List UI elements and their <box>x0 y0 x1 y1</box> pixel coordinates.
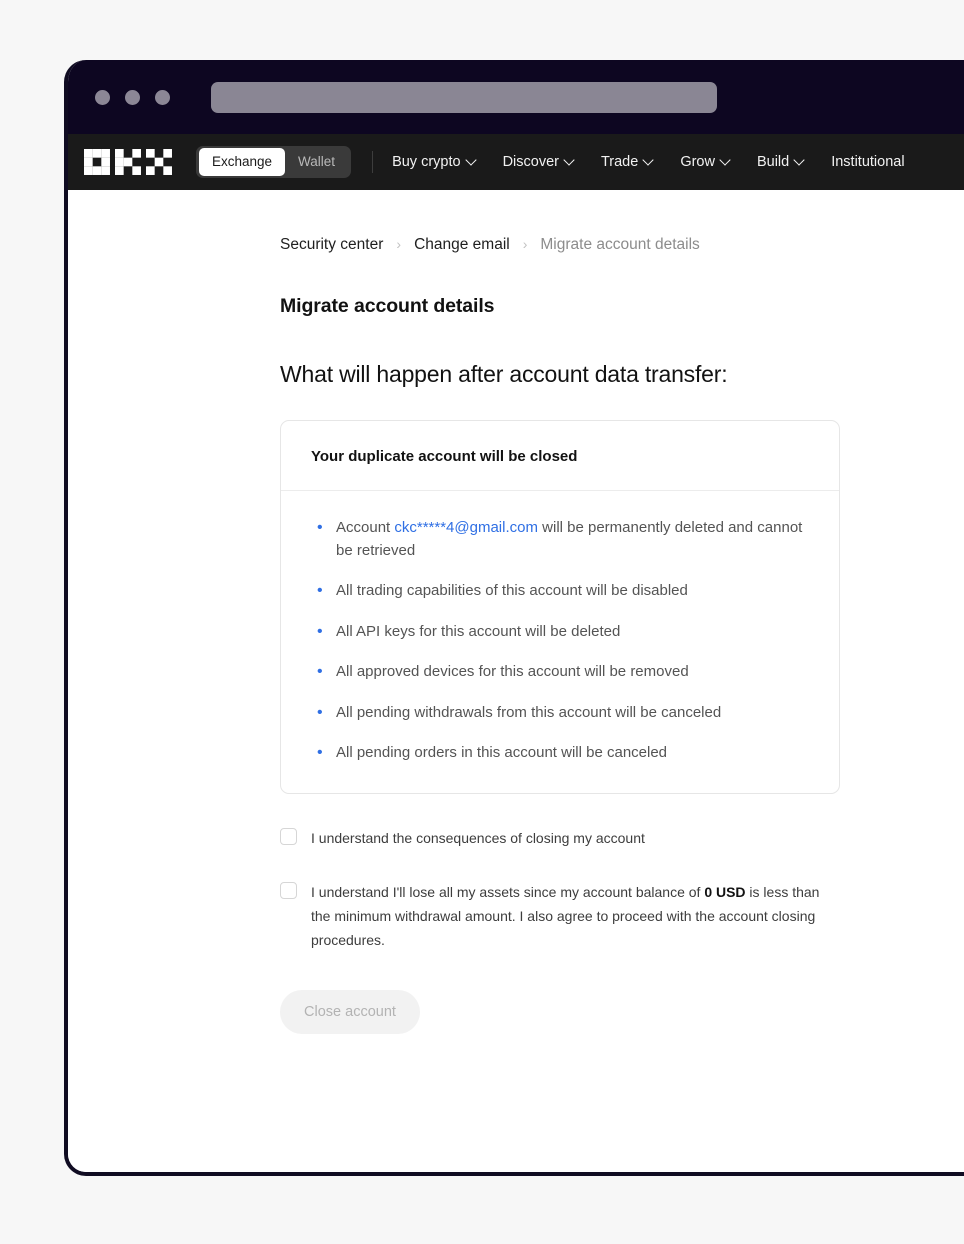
navbar-links: Buy crypto Discover Trade Grow Build Ins… <box>392 154 905 170</box>
consequence-list: Account ckc*****4@gmail.com will be perm… <box>311 516 809 765</box>
page-title: Migrate account details <box>280 295 495 317</box>
nav-item-label: Build <box>756 154 790 170</box>
consent-row-consequences: I understand the consequences of closing… <box>280 826 840 850</box>
nav-item-buy-crypto[interactable]: Buy crypto <box>392 154 477 170</box>
breadcrumb-separator-icon: › <box>522 236 528 252</box>
nav-item-build[interactable]: Build <box>756 154 805 170</box>
list-item: All approved devices for this account wi… <box>311 660 809 683</box>
navbar-divider <box>372 151 374 173</box>
chevron-down-icon <box>464 154 477 166</box>
consent-label-assets[interactable]: I understand I'll lose all my assets sin… <box>311 880 840 952</box>
close-dot-icon[interactable] <box>95 89 110 105</box>
list-item: All API keys for this account will be de… <box>311 620 809 643</box>
nav-item-label: Discover <box>502 154 559 170</box>
consent-label-consequences[interactable]: I understand the consequences of closing… <box>311 826 645 850</box>
account-email-link[interactable]: ckc*****4@gmail.com <box>394 519 538 536</box>
product-switch-exchange[interactable]: Exchange <box>199 148 286 176</box>
chevron-down-icon <box>719 154 731 166</box>
consequences-card: Your duplicate account will be closed Ac… <box>280 420 840 794</box>
nav-item-institutional[interactable]: Institutional <box>831 154 904 170</box>
nav-item-discover[interactable]: Discover <box>502 154 575 170</box>
list-item: Account ckc*****4@gmail.com will be perm… <box>311 516 809 562</box>
card-header-title: Your duplicate account will be closed <box>281 421 839 491</box>
nav-item-label: Trade <box>600 154 639 170</box>
site-navbar: Exchange Wallet Buy crypto Discover Trad… <box>68 134 964 190</box>
list-item: All pending withdrawals from this accoun… <box>311 701 809 724</box>
nav-item-trade[interactable]: Trade <box>600 154 654 170</box>
nav-item-label: Grow <box>680 154 715 170</box>
okx-logo-icon[interactable] <box>84 149 176 175</box>
nav-item-label: Institutional <box>831 154 905 170</box>
section-heading: What will happen after account data tran… <box>280 361 728 387</box>
consent-text-part1: I understand I'll lose all my assets sin… <box>311 883 705 900</box>
chevron-down-icon <box>793 154 805 166</box>
nav-item-grow[interactable]: Grow <box>680 154 731 170</box>
product-switch: Exchange Wallet <box>196 146 352 178</box>
window-controls <box>95 89 170 105</box>
close-account-button[interactable]: Close account <box>280 989 420 1034</box>
maximize-dot-icon[interactable] <box>155 89 170 105</box>
account-balance-amount: 0 USD <box>704 883 746 900</box>
chevron-down-icon <box>563 154 575 166</box>
list-item: All trading capabilities of this account… <box>311 579 809 602</box>
product-switch-wallet[interactable]: Wallet <box>285 148 348 176</box>
consent-checkbox-consequences[interactable] <box>280 827 297 845</box>
nav-item-label: Buy crypto <box>392 154 461 170</box>
consequence-prefix: Account <box>336 519 395 536</box>
consent-row-assets: I understand I'll lose all my assets sin… <box>280 880 840 952</box>
breadcrumb-item-change-email[interactable]: Change email <box>414 236 510 254</box>
breadcrumb-separator-icon: › <box>396 236 402 252</box>
list-item: All pending orders in this account will … <box>311 741 809 764</box>
browser-window: Exchange Wallet Buy crypto Discover Trad… <box>64 60 964 1176</box>
chevron-down-icon <box>642 154 654 166</box>
address-bar[interactable] <box>211 81 717 113</box>
breadcrumb: Security center › Change email › Migrate… <box>280 236 828 254</box>
browser-title-bar <box>68 60 964 134</box>
breadcrumb-item-security-center[interactable]: Security center <box>280 236 383 254</box>
page-content: Security center › Change email › Migrate… <box>68 190 964 1172</box>
card-body: Account ckc*****4@gmail.com will be perm… <box>281 491 839 793</box>
breadcrumb-item-migrate-account-details: Migrate account details <box>540 236 700 253</box>
consent-checkbox-assets[interactable] <box>280 881 297 899</box>
minimize-dot-icon[interactable] <box>125 89 140 105</box>
